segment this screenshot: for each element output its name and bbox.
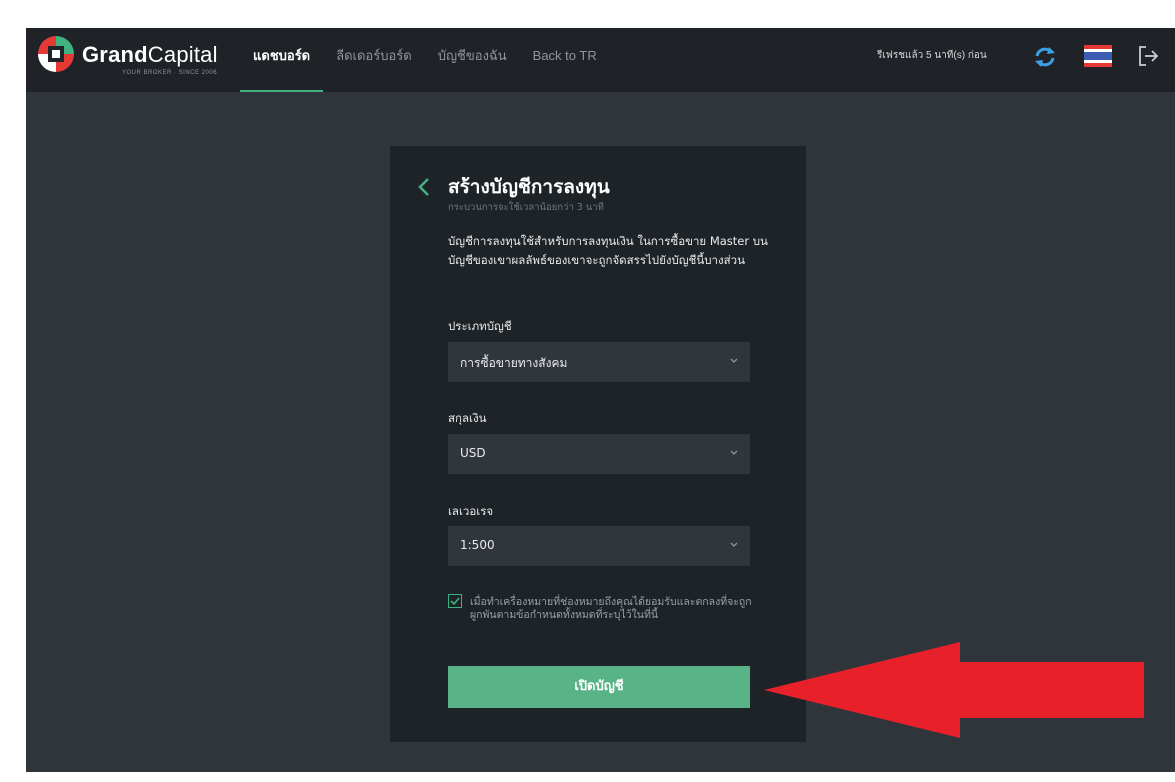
create-investment-account-card: สร้างบัญชีการลงทุน กระบวนการจะใช้เวลาน้อ… [390,146,806,742]
terms-agreement-text: เมื่อทำเครื่องหมายที่ช่องหมายถึงคุณได้ยอ… [470,596,752,621]
page-subtitle: กระบวนการจะใช้เวลาน้อยกว่า 3 นาที [448,202,604,213]
grandcapital-logo-icon [38,36,74,72]
chevron-down-icon [730,542,738,547]
brand-name-bold: Grand [82,42,148,67]
chevron-down-icon [730,450,738,455]
nav-item-my-accounts[interactable]: บัญชีของฉัน [425,28,520,92]
currency-value: USD [460,446,486,460]
nav-item-back-to-tr[interactable]: Back to TR [520,28,610,92]
currency-label: สกุลเงิน [448,411,487,425]
nav-item-dashboard[interactable]: แดชบอร์ด [240,28,324,92]
top-navigation-bar: GrandCapital YOUR BROKER · SINCE 2006 แด… [26,28,1175,92]
terms-checkbox[interactable] [448,594,462,608]
refresh-icon[interactable] [1032,44,1058,70]
account-description: บัญชีการลงทุนใช้สำหรับการลงทุนเงิน ในการ… [448,234,768,267]
leverage-value: 1:500 [460,538,495,552]
logout-icon[interactable] [1136,44,1160,68]
thai-flag-menu-icon[interactable] [1084,45,1112,67]
main-nav: แดชบอร์ด ลีดเดอร์บอร์ด บัญชีของฉัน Back … [240,28,610,92]
checkmark-icon [450,597,460,606]
leverage-label: เลเวอเรจ [448,504,494,518]
account-type-value: การซื้อขายทางสังคม [460,356,568,370]
back-chevron-icon[interactable] [416,176,432,198]
open-account-button[interactable]: เปิดบัญชี [448,666,750,708]
currency-select[interactable]: USD [448,434,750,474]
red-annotation-arrow-icon [764,642,1144,738]
last-refresh-status: รีเฟรชแล้ว 5 นาที(s) ก่อน [877,50,987,61]
chevron-down-icon [730,358,738,363]
account-type-select[interactable]: การซื้อขายทางสังคม [448,342,750,382]
account-type-label: ประเภทบัญชี [448,319,512,333]
nav-item-leaderboard[interactable]: ลีดเดอร์บอร์ด [323,28,425,92]
brand-tagline: YOUR BROKER · SINCE 2006 [122,70,218,76]
brand-name[interactable]: GrandCapital [82,42,218,68]
leverage-select[interactable]: 1:500 [448,526,750,566]
brand-name-light: Capital [147,42,218,67]
page-title: สร้างบัญชีการลงทุน [448,176,610,198]
